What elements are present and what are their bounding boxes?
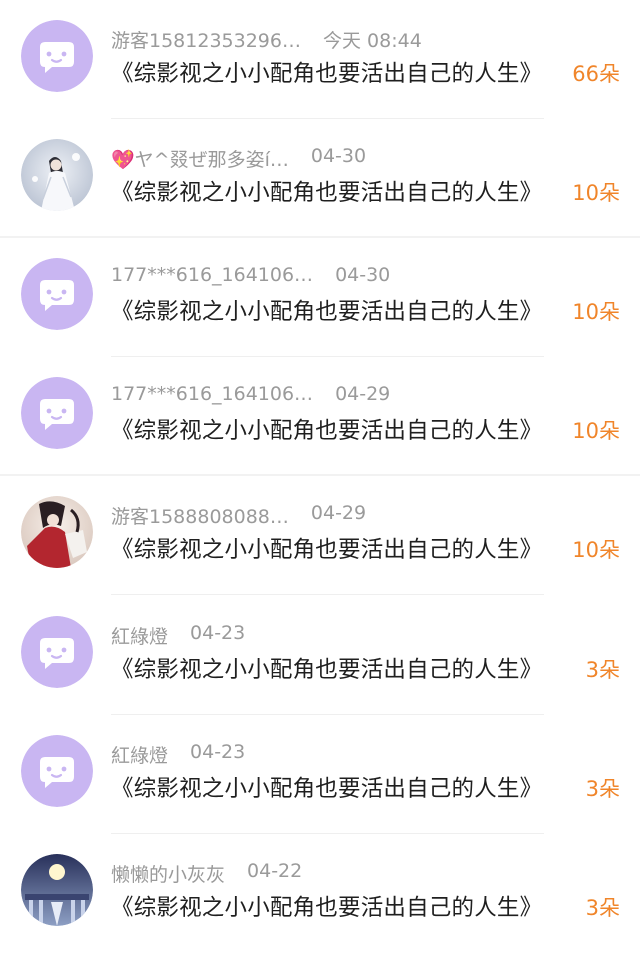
list-item[interactable]: 游客15812353296… 今天 08:44 《综影视之小小配角也要活出自己的人… [0, 0, 640, 119]
list-item[interactable]: 177***616_164106… 04-30 《综影视之小小配角也要活出自己的人… [0, 238, 640, 357]
list-item[interactable]: 懒懒的小灰灰 04-22 《综影视之小小配角也要活出自己的人生》 3朵 [0, 834, 640, 953]
item-meta: 177***616_164106… 04-29 [111, 383, 390, 405]
user-name[interactable]: 177***616_164106… [111, 264, 313, 286]
book-title: 《综影视之小小配角也要活出自己的人生》 [111, 895, 543, 921]
flower-count: 10朵 [572, 300, 620, 324]
user-name[interactable]: 游客15812353296… [111, 26, 301, 53]
avatar-default-chat-icon[interactable] [21, 616, 93, 688]
item-meta: 💖ヤ^叕ぜ那多姿í… 04-30 [111, 145, 366, 172]
list-item[interactable]: 游客1588808088… 04-29 《综影视之小小配角也要活出自己的人生》 1… [0, 476, 640, 595]
flower-count: 3朵 [585, 777, 620, 801]
gift-date: 今天 08:44 [322, 30, 422, 52]
item-meta: 177***616_164106… 04-30 [111, 264, 390, 286]
book-title: 《综影视之小小配角也要活出自己的人生》 [111, 657, 543, 683]
avatar-default-chat-icon[interactable] [21, 20, 93, 92]
avatar-photo[interactable] [21, 139, 93, 211]
user-name[interactable]: 紅綠燈 [111, 741, 168, 768]
gift-date: 04-23 [190, 622, 246, 644]
user-name[interactable]: 懒懒的小灰灰 [111, 860, 225, 887]
avatar-photo[interactable] [21, 854, 93, 926]
list-item[interactable]: 💖ヤ^叕ぜ那多姿í… 04-30 《综影视之小小配角也要活出自己的人生》 10朵 [0, 119, 640, 238]
book-title: 《综影视之小小配角也要活出自己的人生》 [111, 61, 543, 87]
gift-date: 04-22 [247, 860, 303, 882]
gift-date: 04-30 [335, 264, 391, 286]
avatar-default-chat-icon[interactable] [21, 258, 93, 330]
gift-date: 04-23 [190, 741, 246, 763]
avatar-default-chat-icon[interactable] [21, 735, 93, 807]
gift-date: 04-29 [335, 383, 391, 405]
item-meta: 紅綠燈 04-23 [111, 741, 245, 768]
book-title: 《综影视之小小配角也要活出自己的人生》 [111, 776, 543, 802]
flower-count: 66朵 [572, 62, 620, 86]
flower-count: 10朵 [572, 538, 620, 562]
flower-count: 10朵 [572, 419, 620, 443]
list-item[interactable]: 177***616_164106… 04-29 《综影视之小小配角也要活出自己的人… [0, 357, 640, 476]
user-name[interactable]: 💖ヤ^叕ぜ那多姿í… [111, 145, 289, 172]
list-item[interactable]: 紅綠燈 04-23 《综影视之小小配角也要活出自己的人生》 3朵 [0, 715, 640, 834]
gift-date: 04-29 [310, 502, 367, 524]
book-title: 《综影视之小小配角也要活出自己的人生》 [111, 418, 543, 444]
list-item[interactable]: 紅綠燈 04-23 《综影视之小小配角也要活出自己的人生》 3朵 [0, 596, 640, 715]
divider [111, 594, 544, 595]
flower-count: 3朵 [585, 658, 620, 682]
flower-count: 3朵 [585, 896, 620, 920]
item-meta: 游客15812353296… 今天 08:44 [111, 26, 422, 53]
item-meta: 懒懒的小灰灰 04-22 [111, 860, 302, 887]
item-meta: 游客1588808088… 04-29 [111, 502, 366, 529]
user-name[interactable]: 177***616_164106… [111, 383, 313, 405]
avatar-default-chat-icon[interactable] [21, 377, 93, 449]
book-title: 《综影视之小小配角也要活出自己的人生》 [111, 299, 543, 325]
item-meta: 紅綠燈 04-23 [111, 622, 245, 649]
book-title: 《综影视之小小配角也要活出自己的人生》 [111, 537, 543, 563]
gift-date: 04-30 [310, 145, 367, 167]
user-name[interactable]: 游客1588808088… [111, 502, 289, 529]
book-title: 《综影视之小小配角也要活出自己的人生》 [111, 180, 543, 206]
user-name[interactable]: 紅綠燈 [111, 622, 168, 649]
flower-count: 10朵 [572, 181, 620, 205]
avatar-photo[interactable] [21, 496, 93, 568]
